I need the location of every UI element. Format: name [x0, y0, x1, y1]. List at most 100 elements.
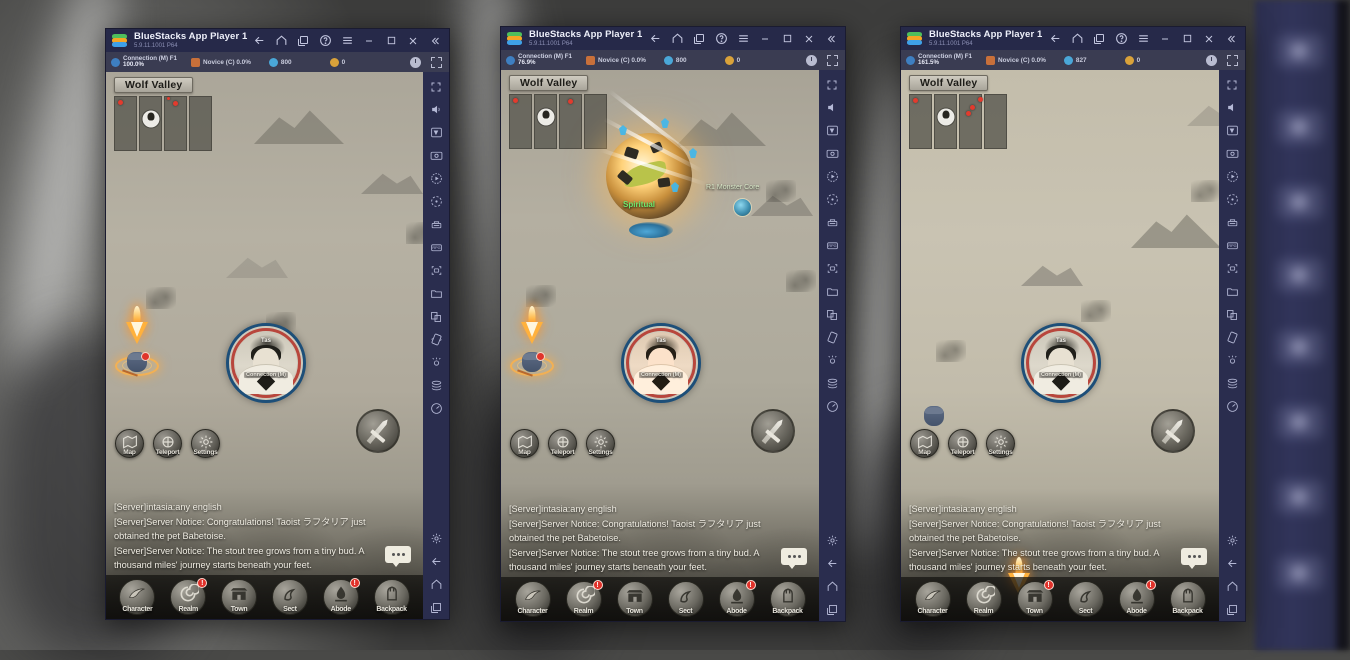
shake-icon[interactable]	[1220, 349, 1244, 372]
home-button[interactable]	[666, 27, 688, 50]
eco-mode-icon[interactable]	[424, 213, 448, 236]
macro-icon[interactable]	[1220, 188, 1244, 211]
nav-character[interactable]: Character	[515, 581, 551, 617]
home-icon[interactable]	[1220, 575, 1244, 598]
eco-mode-icon[interactable]	[820, 211, 844, 234]
scan-icon[interactable]	[1220, 257, 1244, 280]
maximize-button[interactable]	[380, 29, 402, 52]
record-icon[interactable]	[820, 165, 844, 188]
settings-button[interactable]: Settings	[586, 429, 615, 458]
multi-instance-icon[interactable]	[820, 303, 844, 326]
recents-icon[interactable]	[424, 596, 448, 619]
character-portrait[interactable]: Tas Connection (M)	[621, 323, 701, 403]
back-icon[interactable]	[424, 550, 448, 573]
scan-icon[interactable]	[820, 257, 844, 280]
minimize-button[interactable]	[754, 27, 776, 50]
back-icon[interactable]	[1220, 552, 1244, 575]
game-viewport[interactable]: Wolf Valley Spiritual R1 M	[501, 70, 819, 621]
help-button[interactable]	[314, 29, 336, 52]
rpg-mode-icon[interactable]: RPG	[1220, 234, 1244, 257]
teleport-button[interactable]: Teleport	[548, 429, 577, 458]
collapse-sidebar-button[interactable]	[1220, 27, 1242, 50]
settings-button[interactable]: Settings	[986, 429, 1015, 458]
gear-icon[interactable]	[1220, 529, 1244, 552]
character-portrait[interactable]: Tas Connection (M)	[1021, 323, 1101, 403]
multi-instance-button[interactable]	[292, 29, 314, 52]
menu-button[interactable]	[1132, 27, 1154, 50]
help-button[interactable]	[1110, 27, 1132, 50]
media-folder-icon[interactable]	[1220, 280, 1244, 303]
map-button[interactable]: Map	[910, 429, 939, 458]
fullscreen-icon[interactable]	[1220, 73, 1244, 96]
fullscreen-icon[interactable]	[424, 75, 448, 98]
menu-button[interactable]	[732, 27, 754, 50]
home-icon[interactable]	[820, 575, 844, 598]
close-button[interactable]	[1198, 27, 1220, 50]
back-button[interactable]	[248, 29, 270, 52]
bluestacks-window-2[interactable]: BlueStacks App Player 1 5.9.11.1001 P64 …	[500, 26, 846, 622]
menu-button[interactable]	[336, 29, 358, 52]
screenshot-icon[interactable]	[424, 144, 448, 167]
rotate-icon[interactable]	[1220, 326, 1244, 349]
multi-instance-button[interactable]	[1088, 27, 1110, 50]
home-button[interactable]	[270, 29, 292, 52]
multi-instance-button[interactable]	[688, 27, 710, 50]
clock-icon[interactable]	[806, 55, 817, 66]
volume-icon[interactable]	[820, 96, 844, 119]
home-icon[interactable]	[424, 573, 448, 596]
player-character[interactable]	[114, 306, 160, 378]
multi-instance-icon[interactable]	[1220, 303, 1244, 326]
volume-icon[interactable]	[1220, 96, 1244, 119]
fullscreen-icon[interactable]	[1227, 55, 1238, 66]
game-viewport[interactable]: Wolf Valley Tas Connection (M)	[901, 70, 1219, 621]
gear-icon[interactable]	[820, 529, 844, 552]
nav-sect[interactable]: Sect	[272, 579, 308, 615]
layers-icon[interactable]	[820, 372, 844, 395]
rpg-mode-icon[interactable]: RPG	[424, 236, 448, 259]
player-character[interactable]	[911, 360, 957, 432]
keymapping-icon[interactable]	[1220, 119, 1244, 142]
location-icon[interactable]	[1220, 395, 1244, 418]
eco-mode-icon[interactable]	[1220, 211, 1244, 234]
nav-backpack[interactable]: Backpack	[374, 579, 410, 615]
chat-log[interactable]: [Server]intasia:any english [Server]Serv…	[509, 502, 773, 575]
back-button[interactable]	[1044, 27, 1066, 50]
crystal-drop-pile[interactable]	[629, 222, 673, 238]
item-drop-icon[interactable]	[733, 198, 752, 217]
multi-instance-icon[interactable]	[424, 305, 448, 328]
close-button[interactable]	[402, 29, 424, 52]
nav-realm[interactable]: Realm	[966, 581, 1002, 617]
home-button[interactable]	[1066, 27, 1088, 50]
nav-sect[interactable]: Sect	[1068, 581, 1104, 617]
chat-log[interactable]: [Server]intasia:any english [Server]Serv…	[909, 502, 1173, 575]
rotate-icon[interactable]	[820, 326, 844, 349]
volume-icon[interactable]	[424, 98, 448, 121]
attack-button[interactable]	[1151, 409, 1195, 453]
nav-backpack[interactable]: Backpack	[770, 581, 806, 617]
media-folder-icon[interactable]	[820, 280, 844, 303]
bluestacks-window-3[interactable]: BlueStacks App Player 1 5.9.11.1001 P64 …	[900, 26, 1246, 622]
keymapping-icon[interactable]	[424, 121, 448, 144]
nav-town[interactable]: Town	[617, 581, 653, 617]
nav-backpack[interactable]: Backpack	[1170, 581, 1206, 617]
layers-icon[interactable]	[1220, 372, 1244, 395]
attack-button[interactable]	[751, 409, 795, 453]
screenshot-icon[interactable]	[1220, 142, 1244, 165]
back-icon[interactable]	[820, 552, 844, 575]
screenshot-icon[interactable]	[820, 142, 844, 165]
maximize-button[interactable]	[1176, 27, 1198, 50]
nav-abode[interactable]: Abode !	[1119, 581, 1155, 617]
character-portrait[interactable]: Tas Connection (M)	[226, 323, 306, 403]
minimap[interactable]	[909, 94, 1007, 149]
minimize-button[interactable]	[358, 29, 380, 52]
shake-icon[interactable]	[820, 349, 844, 372]
nav-town[interactable]: Town	[221, 579, 257, 615]
macro-icon[interactable]	[820, 188, 844, 211]
macro-icon[interactable]	[424, 190, 448, 213]
keymapping-icon[interactable]	[820, 119, 844, 142]
nav-town[interactable]: Town !	[1017, 581, 1053, 617]
rotate-icon[interactable]	[424, 328, 448, 351]
teleport-button[interactable]: Teleport	[948, 429, 977, 458]
nav-realm[interactable]: Realm !	[170, 579, 206, 615]
record-icon[interactable]	[1220, 165, 1244, 188]
